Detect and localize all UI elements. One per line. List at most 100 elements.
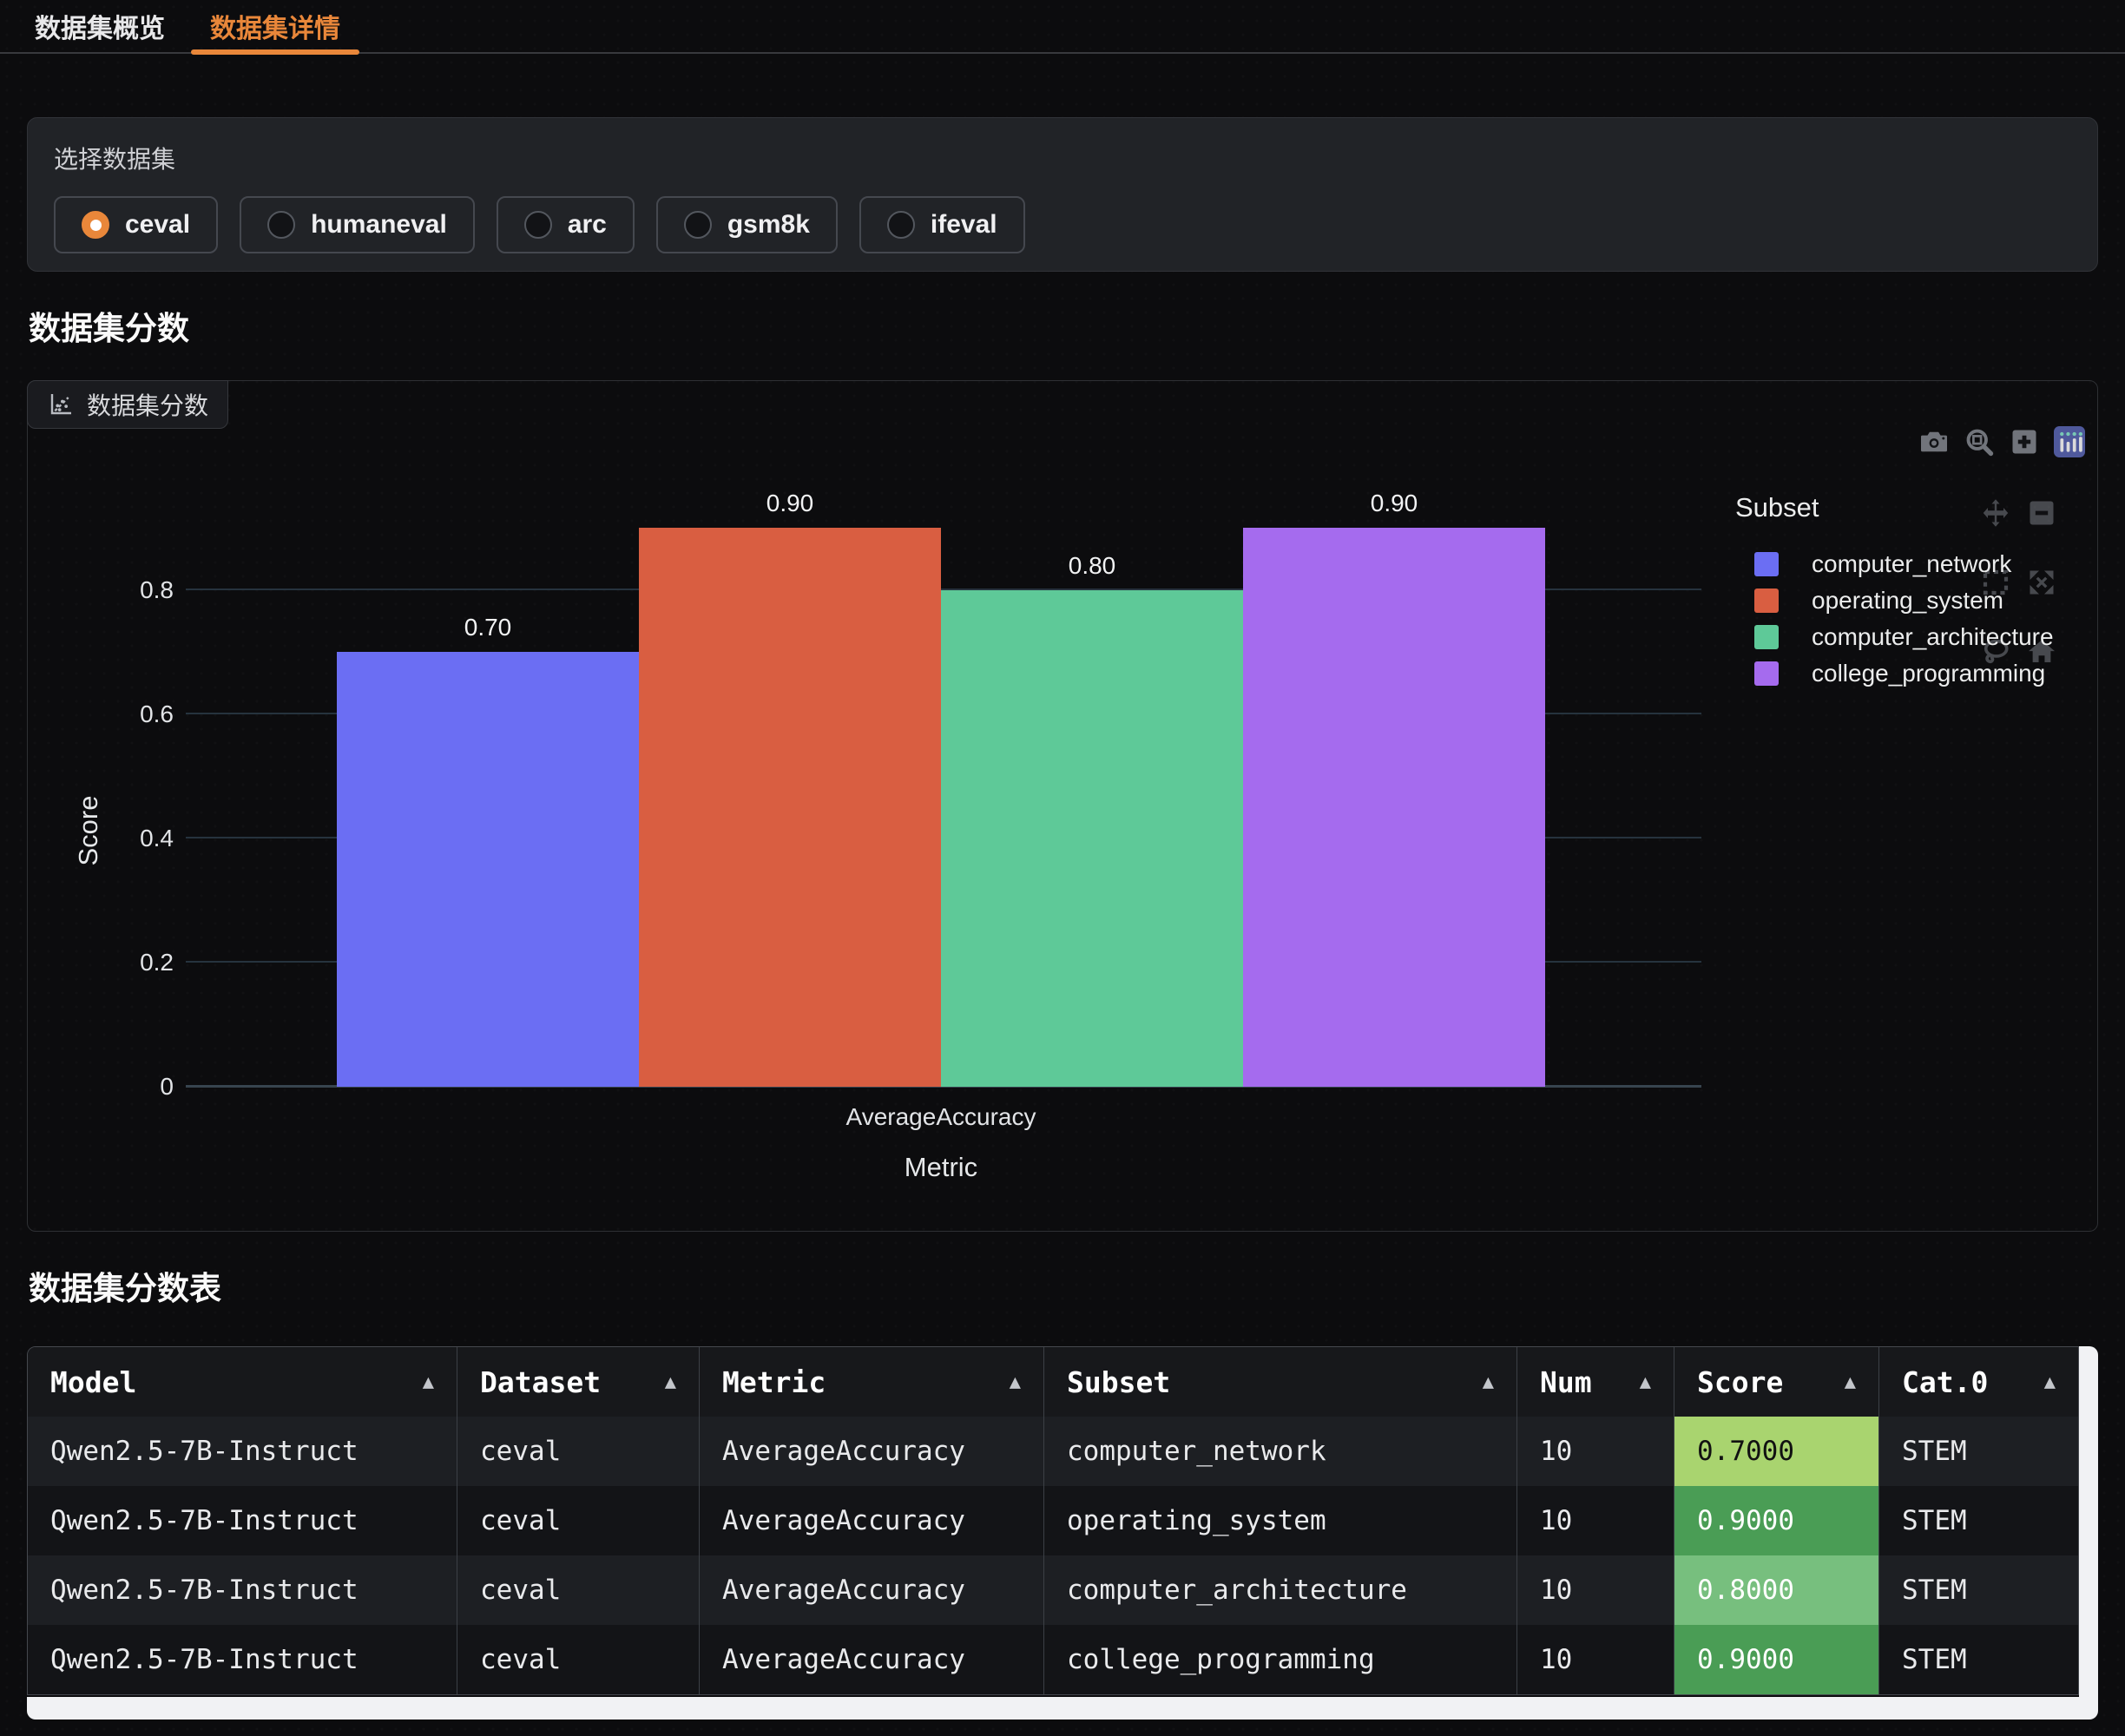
sort-ascending-icon[interactable]: ▲ <box>1483 1371 1494 1393</box>
table-section-title: 数据集分数表 <box>29 1272 2098 1306</box>
dataset-picker-label: 选择数据集 <box>54 141 2071 175</box>
column-header-cat-0[interactable]: Cat.0 ▲ <box>1879 1347 2078 1417</box>
cell-subset: operating_system <box>1044 1486 1517 1555</box>
sort-ascending-icon[interactable]: ▲ <box>423 1371 434 1393</box>
cell-score: 0.7000 <box>1674 1417 1879 1486</box>
camera-icon[interactable] <box>1918 426 1950 457</box>
plot-area: 0.700.900.800.90 <box>186 477 1701 1087</box>
legend-title: Subset <box>1735 492 2098 523</box>
radio-unselected-icon <box>524 211 552 239</box>
cell-dataset: ceval <box>457 1486 700 1555</box>
column-header-score[interactable]: Score ▲ <box>1674 1347 1879 1417</box>
radio-selected-icon <box>82 211 109 239</box>
y-tick-label: 0.6 <box>28 700 174 729</box>
cell-score: 0.9000 <box>1674 1625 1879 1694</box>
bar-value-label: 0.90 <box>639 490 941 517</box>
radio-option-label: gsm8k <box>727 210 810 240</box>
y-tick-label: 0.8 <box>28 575 174 605</box>
column-header-model[interactable]: Model▲ <box>28 1347 457 1417</box>
legend-item-college_programming[interactable]: college_programming <box>1735 655 2098 692</box>
bar-computer_architecture: 0.80 <box>941 590 1243 1087</box>
radio-option-label: arc <box>568 210 607 240</box>
cell-metric: AverageAccuracy <box>700 1417 1044 1486</box>
cell-cat0: STEM <box>1879 1486 2078 1555</box>
x-tick-label: AverageAccuracy <box>767 1103 1115 1131</box>
cell-metric: AverageAccuracy <box>700 1555 1044 1625</box>
radio-option-label: ceval <box>125 210 190 240</box>
column-header-subset[interactable]: Subset ▲ <box>1044 1347 1517 1417</box>
legend-item-computer_network[interactable]: computer_network <box>1735 546 2098 582</box>
y-tick-label: 0 <box>28 1072 174 1101</box>
scatter-chart-icon <box>47 391 75 418</box>
bar-value-label: 0.90 <box>1243 490 1545 517</box>
radio-option-ceval[interactable]: ceval <box>54 196 218 253</box>
table-header-row: Model▲Dataset▲Metric▲Subset▲Num▲Score▲Ca… <box>28 1347 2078 1417</box>
column-header-metric[interactable]: Metric ▲ <box>700 1347 1044 1417</box>
table-row: Qwen2.5-7B-InstructcevalAverageAccuracyc… <box>28 1555 2078 1625</box>
cell-cat0: STEM <box>1879 1417 2078 1486</box>
cell-subset: college_programming <box>1044 1625 1517 1694</box>
plotly-logo-icon[interactable] <box>2054 426 2085 457</box>
scores-table-grid: Model▲Dataset▲Metric▲Subset▲Num▲Score▲Ca… <box>27 1346 2079 1695</box>
radio-option-ifeval[interactable]: ifeval <box>859 196 1025 253</box>
zoom-in-icon[interactable] <box>2009 426 2040 457</box>
radio-unselected-icon <box>267 211 295 239</box>
bar-college_programming: 0.90 <box>1243 528 1545 1087</box>
legend-swatch <box>1754 661 1779 686</box>
sort-ascending-icon[interactable]: ▲ <box>1845 1371 1856 1393</box>
tab-bar: 数据集概览 数据集详情 <box>0 0 2125 54</box>
cell-score: 0.9000 <box>1674 1486 1879 1555</box>
bar-operating_system: 0.90 <box>639 528 941 1087</box>
sort-ascending-icon[interactable]: ▲ <box>665 1371 676 1393</box>
column-header-label: Subset <box>1067 1365 1170 1399</box>
dataset-picker-options: ceval humaneval arc gsm8k ifeval <box>54 196 2071 253</box>
zoom-icon[interactable] <box>1964 426 1995 457</box>
column-header-label: Num <box>1540 1365 1592 1399</box>
chart-legend: Subset computer_network operating_systemc… <box>1735 492 2098 692</box>
bar-group: 0.700.900.800.90 <box>337 528 1545 1087</box>
legend-swatch <box>1754 552 1779 576</box>
radio-option-humaneval[interactable]: humaneval <box>240 196 475 253</box>
plotly-modebar <box>1918 426 2085 457</box>
sort-ascending-icon[interactable]: ▲ <box>1640 1371 1651 1393</box>
legend-label: college_programming <box>1812 660 2045 687</box>
sort-ascending-icon[interactable]: ▲ <box>1010 1371 1021 1393</box>
cell-num: 10 <box>1517 1555 1674 1625</box>
radio-option-arc[interactable]: arc <box>497 196 635 253</box>
cell-num: 10 <box>1517 1486 1674 1555</box>
sort-ascending-icon[interactable]: ▲ <box>2044 1371 2056 1393</box>
table-row: Qwen2.5-7B-InstructcevalAverageAccuracyc… <box>28 1417 2078 1486</box>
tab-dataset-overview[interactable]: 数据集概览 <box>12 0 188 52</box>
y-tick-label: 0.4 <box>28 824 174 853</box>
bar-computer_network: 0.70 <box>337 652 639 1087</box>
radio-option-gsm8k[interactable]: gsm8k <box>656 196 838 253</box>
cell-cat0: STEM <box>1879 1625 2078 1694</box>
radio-option-label: ifeval <box>931 210 997 240</box>
plot-label-text: 数据集分数 <box>87 387 208 422</box>
legend-swatch <box>1754 589 1779 613</box>
chart-section-title: 数据集分数 <box>29 312 2098 346</box>
cell-model: Qwen2.5-7B-Instruct <box>28 1486 457 1555</box>
tab-dataset-details[interactable]: 数据集详情 <box>188 0 363 52</box>
column-header-label: Cat.0 <box>1902 1365 1988 1399</box>
vertical-scrollbar[interactable] <box>2079 1346 2098 1697</box>
horizontal-scrollbar[interactable] <box>27 1697 2098 1720</box>
legend-item-operating_system[interactable]: operating_system <box>1735 582 2098 619</box>
bar-value-label: 0.80 <box>941 552 1243 580</box>
column-header-dataset[interactable]: Dataset▲ <box>457 1347 700 1417</box>
column-header-label: Metric <box>722 1365 826 1399</box>
column-header-label: Score <box>1697 1365 1783 1399</box>
cell-model: Qwen2.5-7B-Instruct <box>28 1555 457 1625</box>
x-axis-title: Metric <box>767 1152 1115 1183</box>
column-header-num[interactable]: Num ▲ <box>1517 1347 1674 1417</box>
plot-block: 数据集分数 Subset computer_network operating_s… <box>27 380 2098 1232</box>
cell-metric: AverageAccuracy <box>700 1625 1044 1694</box>
legend-label: operating_system <box>1812 587 2003 615</box>
legend-label: computer_architecture <box>1812 623 2054 651</box>
table-body: Qwen2.5-7B-InstructcevalAverageAccuracyc… <box>28 1417 2078 1694</box>
cell-subset: computer_architecture <box>1044 1555 1517 1625</box>
cell-num: 10 <box>1517 1625 1674 1694</box>
cell-metric: AverageAccuracy <box>700 1486 1044 1555</box>
legend-item-computer_architecture[interactable]: computer_architecture <box>1735 619 2098 655</box>
scores-table: Model▲Dataset▲Metric▲Subset▲Num▲Score▲Ca… <box>27 1346 2098 1720</box>
